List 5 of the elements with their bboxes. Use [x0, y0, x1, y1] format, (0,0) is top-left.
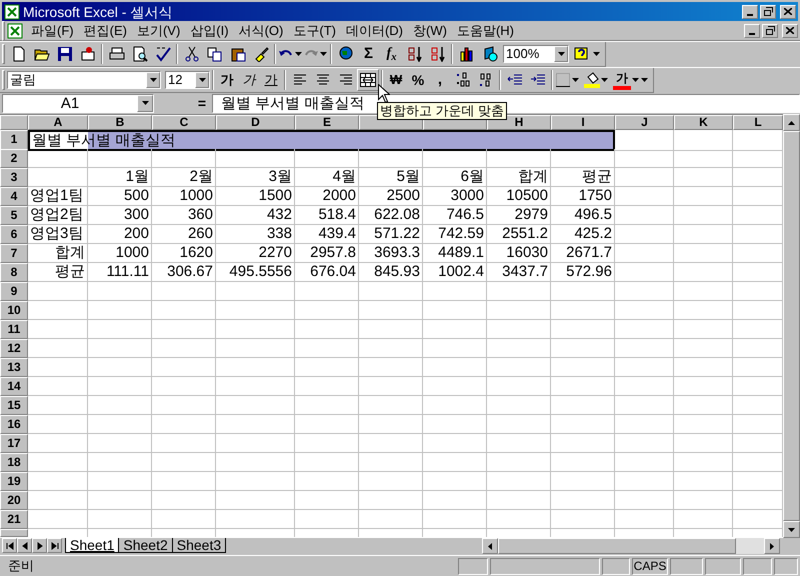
tooltip: 병합하고 가운데 맞춤	[377, 102, 508, 120]
window-title: Microsoft Excel - 셀서식	[23, 4, 172, 20]
formula-equals-sign: =	[196, 94, 207, 112]
status-indicator: CAPS	[632, 558, 668, 574]
status-text: 준비	[7, 558, 34, 574]
